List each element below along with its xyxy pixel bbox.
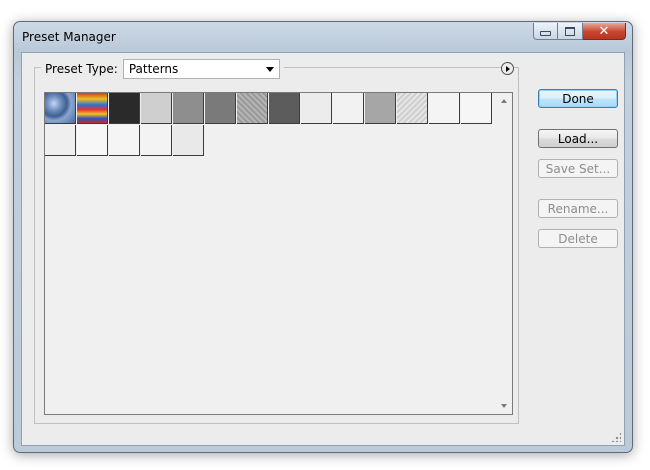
preset-type-label: Preset Type: (45, 62, 118, 76)
delete-button[interactable]: Delete (538, 229, 618, 248)
blue-bubbles-pattern[interactable] (45, 93, 76, 124)
dialog-client-area: Preset Type: Patterns Done Load... Save … (21, 52, 625, 446)
white-pattern[interactable] (333, 93, 364, 124)
white-paper-pattern[interactable] (301, 93, 332, 124)
tie-dye-pattern[interactable] (77, 93, 108, 124)
maximize-button[interactable] (558, 23, 583, 40)
pattern-list[interactable] (44, 92, 513, 415)
maximize-icon (565, 26, 575, 36)
light-gray-pattern[interactable] (141, 93, 172, 124)
preset-manager-window: Preset Manager ✕ Preset Type: Patterns D… (13, 21, 633, 453)
minimize-button[interactable] (533, 23, 558, 40)
gray-pattern[interactable] (205, 93, 236, 124)
crumpled-paper-pattern[interactable] (397, 93, 428, 124)
preset-groupbox: Preset Type: Patterns (34, 58, 519, 424)
close-icon: ✕ (598, 23, 610, 39)
white-pattern-3[interactable] (461, 93, 492, 124)
done-button[interactable]: Done (538, 89, 618, 108)
resize-grip[interactable] (611, 432, 621, 442)
caption-buttons: ✕ (533, 23, 626, 40)
silver-pattern[interactable] (365, 93, 396, 124)
faint-white-pattern[interactable] (45, 125, 76, 156)
pale-gray-pattern[interactable] (173, 125, 204, 156)
save-set-button[interactable]: Save Set... (538, 159, 618, 178)
close-button[interactable]: ✕ (583, 23, 626, 40)
preset-type-value: Patterns (128, 62, 179, 76)
vertical-scrollbar[interactable] (496, 93, 512, 414)
minimize-icon (540, 31, 551, 36)
white-pattern-4[interactable] (77, 125, 108, 156)
white-pattern-6[interactable] (141, 125, 172, 156)
scroll-up-arrow-icon[interactable] (501, 99, 507, 103)
dark-texture-pattern[interactable] (109, 93, 140, 124)
dropdown-arrow-icon (265, 66, 274, 72)
flyout-menu-icon (506, 65, 510, 72)
load-button[interactable]: Load... (538, 129, 618, 148)
title-bar[interactable]: Preset Manager ✕ (14, 22, 632, 52)
rename-button[interactable]: Rename... (538, 199, 618, 218)
charcoal-pattern[interactable] (269, 93, 300, 124)
white-pattern-5[interactable] (109, 125, 140, 156)
flyout-menu-button[interactable] (501, 62, 514, 75)
preset-type-row: Preset Type: Patterns (41, 58, 284, 80)
noise-gray-pattern[interactable] (237, 93, 268, 124)
preset-type-dropdown[interactable]: Patterns (122, 59, 280, 79)
white-pattern-2[interactable] (429, 93, 460, 124)
medium-gray-pattern[interactable] (173, 93, 204, 124)
window-title: Preset Manager (22, 30, 116, 44)
scroll-down-arrow-icon[interactable] (501, 404, 507, 408)
